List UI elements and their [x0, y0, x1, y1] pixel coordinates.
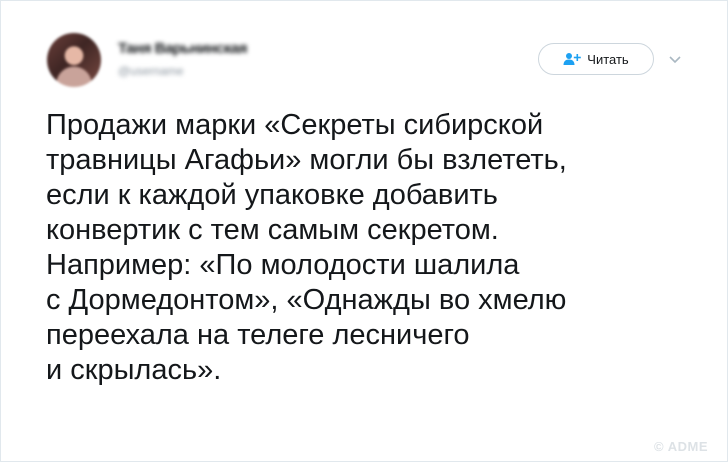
tweet-text: Продажи марки «Секреты сибирской травниц… [46, 108, 706, 388]
follow-button[interactable]: Читать [538, 43, 654, 75]
chevron-down-icon[interactable] [668, 52, 682, 64]
tweet-text-line: травницы Агафьи» могли бы взлететь, [46, 144, 567, 176]
add-user-icon [563, 52, 582, 66]
author-name[interactable]: Таня Варьнинская [118, 40, 247, 57]
tweet-text-line: конвертик с тем самым секретом. [46, 214, 499, 246]
watermark: © ADME [654, 439, 708, 454]
author-handle[interactable]: @username [118, 64, 184, 78]
follow-button-label: Читать [587, 51, 629, 67]
tweet-text-line: Продажи марки «Секреты сибирской [46, 109, 544, 141]
avatar[interactable] [47, 33, 101, 87]
tweet-text-line: Например: «По молодости шалила [46, 249, 520, 281]
tweet-text-line: с Дормедонтом», «Однажды во хмелю [46, 284, 567, 316]
tweet-text-line: и скрылась». [46, 354, 222, 386]
tweet-text-line: переехала на телеге лесничего [46, 319, 470, 351]
tweet-text-line: если к каждой упаковке добавить [46, 179, 498, 211]
